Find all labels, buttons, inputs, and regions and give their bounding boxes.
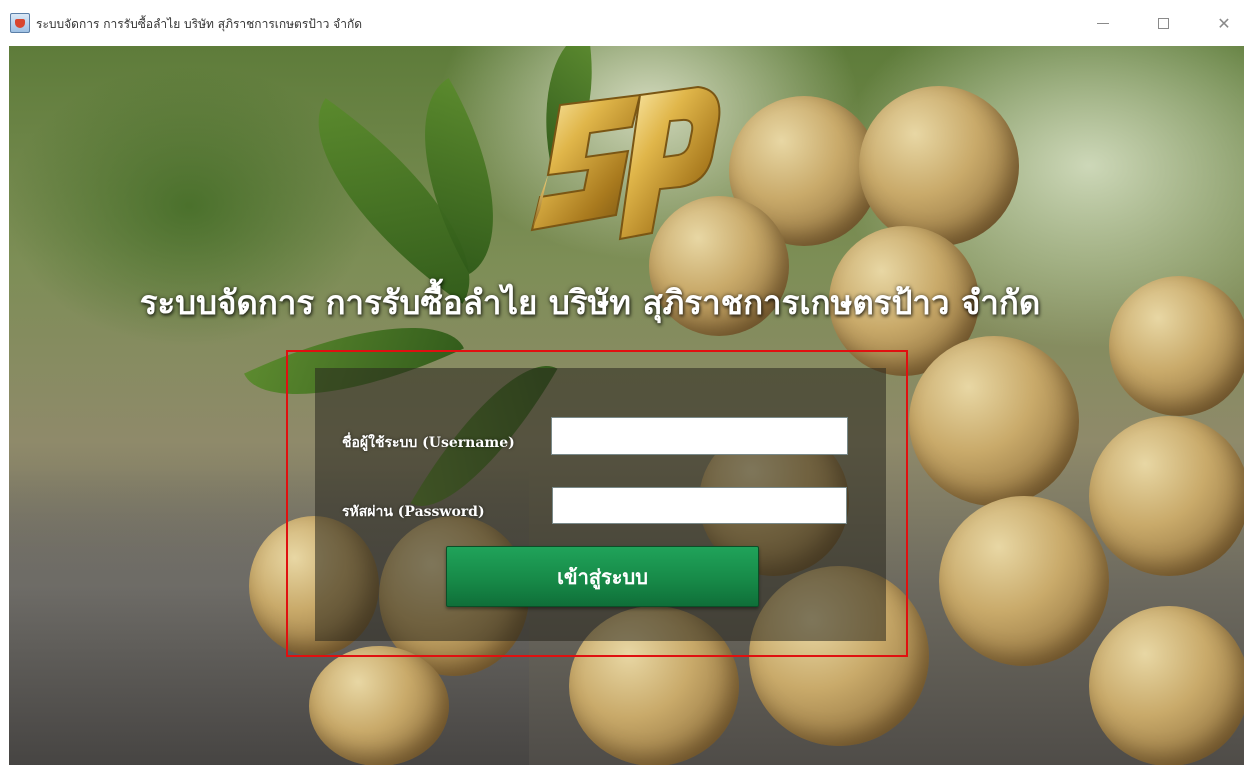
longan-fruit [909, 336, 1079, 506]
username-label: ชื่อผู้ใช้ระบบ (Username) [342, 435, 515, 451]
username-input[interactable] [551, 417, 848, 455]
longan-fruit [939, 496, 1109, 666]
login-button-label: เข้าสู่ระบบ [557, 564, 648, 589]
longan-fruit [1089, 606, 1244, 765]
longan-fruit [859, 86, 1019, 246]
close-button[interactable]: ✕ [1203, 8, 1244, 38]
maximize-icon [1157, 17, 1169, 29]
close-icon: ✕ [1217, 13, 1231, 33]
minimize-icon [1097, 22, 1109, 24]
password-label: รหัสผ่าน (Password) [342, 504, 485, 520]
longan-fruit [309, 646, 449, 765]
java-app-icon [10, 13, 30, 33]
window-title: ระบบจัดการ การรับซื้อลำไย บริษัท สุภิราช… [36, 17, 363, 31]
longan-fruit [1089, 416, 1244, 576]
login-button[interactable]: เข้าสู่ระบบ [446, 546, 759, 607]
window-titlebar: ระบบจัดการ การรับซื้อลำไย บริษัท สุภิราช… [0, 0, 1244, 46]
app-title: ระบบจัดการ การรับซื้อลำไย บริษัท สุภิราช… [139, 283, 1041, 322]
password-input[interactable] [552, 487, 847, 524]
maximize-button[interactable] [1142, 8, 1184, 38]
minimize-button[interactable] [1082, 8, 1124, 38]
company-logo-icon [530, 85, 721, 241]
